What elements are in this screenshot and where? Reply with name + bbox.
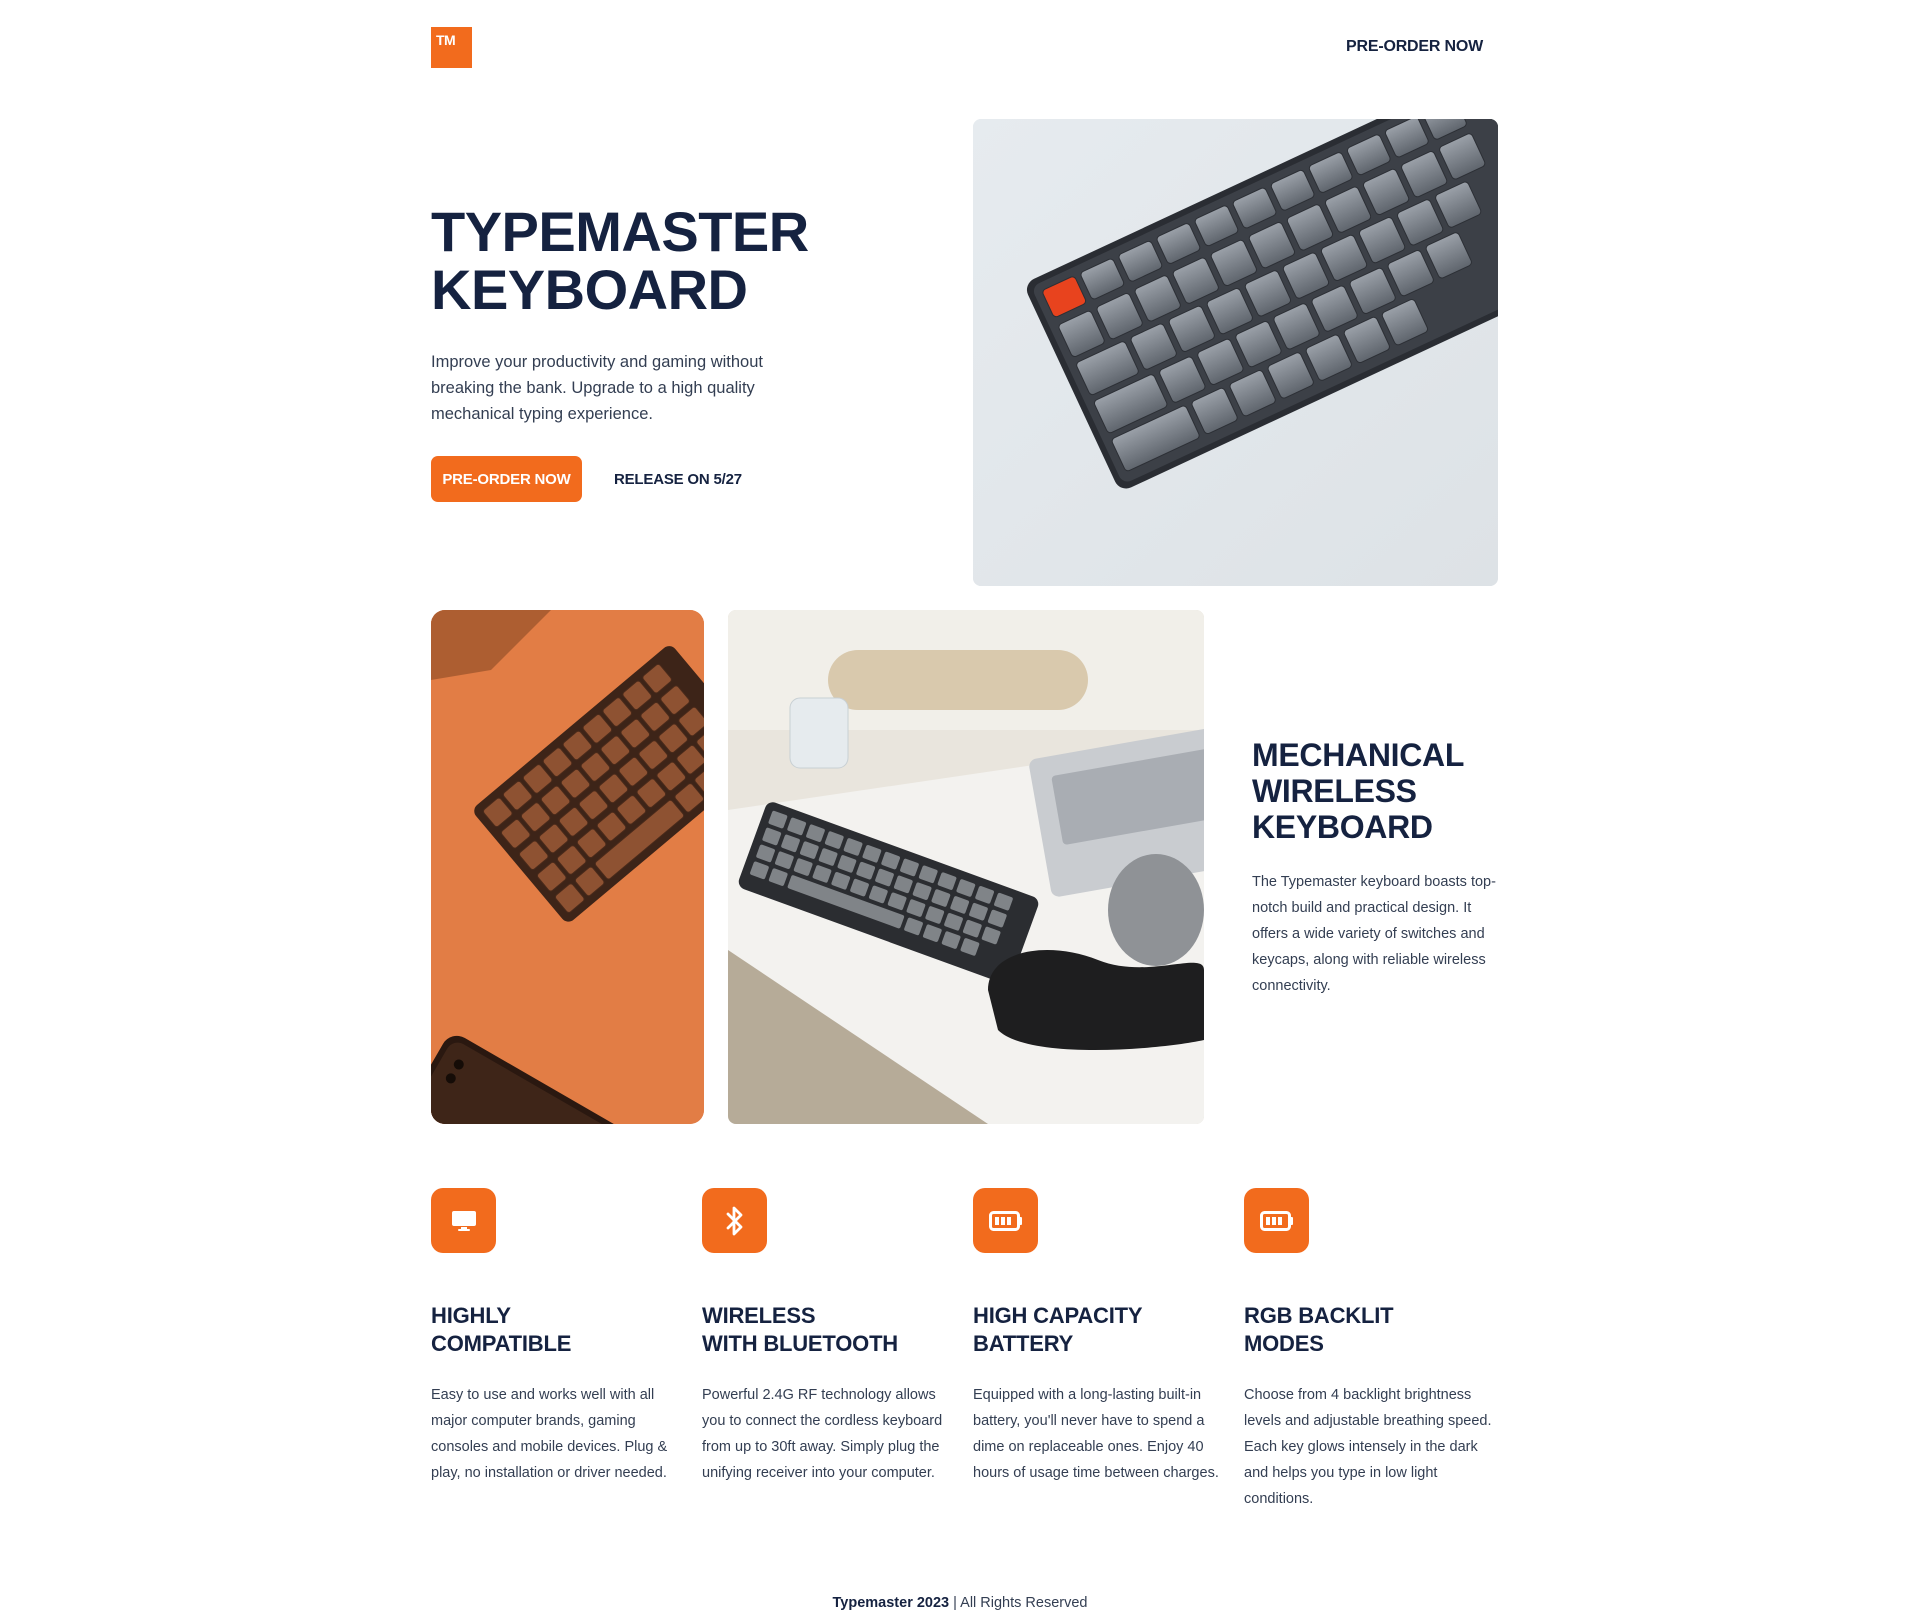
feature-title-line2: COMPATIBLE [431, 1331, 572, 1356]
hero-description: Improve your productivity and gaming wit… [431, 353, 763, 423]
feature-card: HIGH CAPACITY BATTERY Equipped with a lo… [973, 1188, 1221, 1486]
feature-title: WIRELESS WITH BLUETOOTH [702, 1302, 950, 1358]
section-description: The Typemaster keyboard boasts top-notch… [1252, 874, 1496, 994]
orange-keyboard-image [431, 610, 704, 1124]
feature-card: WIRELESS WITH BLUETOOTH Powerful 2.4G RF… [702, 1188, 950, 1486]
feature-description: Choose from 4 backlight brightness level… [1244, 1387, 1492, 1507]
logo[interactable]: TM [431, 27, 472, 68]
feature-title-line1: HIGHLY [431, 1303, 511, 1328]
feature-title-line1: WIRELESS [702, 1303, 816, 1328]
section-title-line3: KEYBOARD [1252, 809, 1433, 845]
feature-title: RGB BACKLIT MODES [1244, 1302, 1492, 1358]
preorder-button[interactable]: PRE-ORDER NOW [431, 456, 582, 502]
footer-rights: | All Rights Reserved [949, 1595, 1088, 1611]
feature-card: HIGHLY COMPATIBLE Easy to use and works … [431, 1188, 679, 1486]
battery-icon [973, 1188, 1038, 1253]
keyboard-illustration [973, 119, 1498, 586]
feature-card: RGB BACKLIT MODES Choose from 4 backligh… [1244, 1188, 1492, 1512]
hero-keyboard-image [973, 119, 1498, 586]
feature-title-line2: BATTERY [973, 1331, 1074, 1356]
hero-title: TYPEMASTER KEYBOARD [431, 203, 809, 319]
feature-title-line2: MODES [1244, 1331, 1324, 1356]
hero-title-line2: KEYBOARD [431, 258, 748, 321]
feature-description: Easy to use and works well with all majo… [431, 1387, 668, 1481]
section-title: MECHANICAL WIRELESS KEYBOARD [1252, 737, 1464, 845]
feature-title-line1: RGB BACKLIT [1244, 1303, 1394, 1328]
release-date-link[interactable]: RELEASE ON 5/27 [614, 471, 742, 488]
nav-preorder-link[interactable]: PRE-ORDER NOW [1346, 38, 1483, 56]
bluetooth-icon [702, 1188, 767, 1253]
desk-illustration [728, 610, 1204, 1124]
feature-title-line1: HIGH CAPACITY [973, 1303, 1143, 1328]
desk-setup-image [728, 610, 1204, 1124]
hero-title-line1: TYPEMASTER [431, 200, 809, 263]
section-title-line2: WIRELESS [1252, 773, 1417, 809]
footer: Typemaster 2023 | All Rights Reserved [0, 1595, 1920, 1611]
feature-description: Equipped with a long-lasting built-in ba… [973, 1387, 1219, 1481]
feature-description: Powerful 2.4G RF technology allows you t… [702, 1387, 943, 1481]
orange-keyboard-illustration [431, 610, 704, 1124]
battery-icon [1244, 1188, 1309, 1253]
feature-title: HIGHLY COMPATIBLE [431, 1302, 679, 1358]
section-title-line1: MECHANICAL [1252, 737, 1465, 773]
footer-brand: Typemaster 2023 [832, 1595, 950, 1611]
feature-title: HIGH CAPACITY BATTERY [973, 1302, 1221, 1358]
monitor-icon [431, 1188, 496, 1253]
feature-title-line2: WITH BLUETOOTH [702, 1331, 898, 1356]
